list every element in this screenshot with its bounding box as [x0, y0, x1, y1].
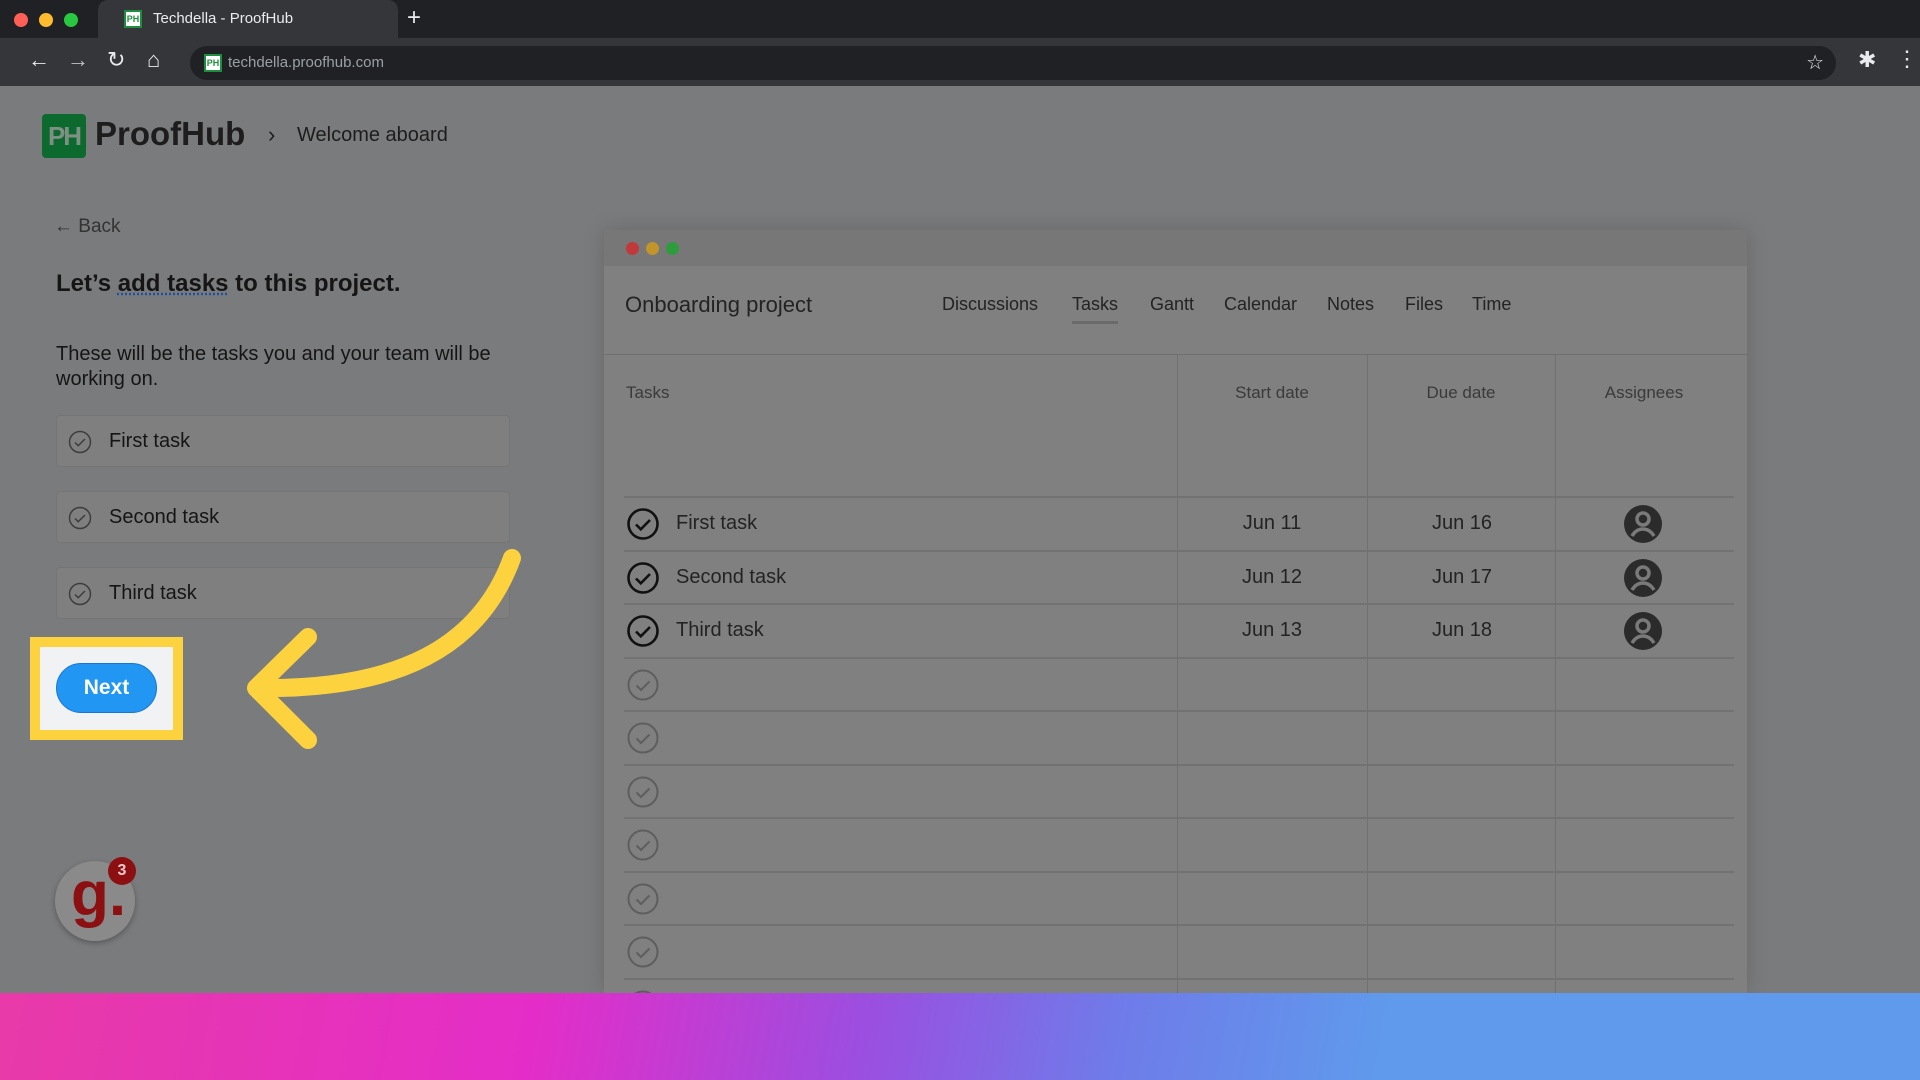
check-circle-icon: [627, 561, 659, 594]
star-icon[interactable]: ☆: [1806, 50, 1824, 75]
task-input-2[interactable]: Second task: [56, 491, 510, 543]
brand-name: ProofHub: [95, 115, 246, 152]
check-circle-icon: [627, 722, 659, 754]
reload-icon[interactable]: ↻: [107, 48, 125, 72]
project-title: Onboarding project: [625, 292, 813, 317]
back-link[interactable]: ← Back: [54, 216, 121, 238]
row-divider: [624, 817, 1734, 819]
proofhub-favicon-icon: PH: [204, 54, 222, 72]
tab-calendar: Calendar: [1224, 294, 1298, 314]
tab-notes: Notes: [1327, 294, 1375, 314]
close-window-button[interactable]: [14, 13, 28, 27]
task-input-1[interactable]: First task: [56, 415, 510, 467]
due-date: Jun 18: [1431, 619, 1493, 641]
yellow-dot-icon: [646, 242, 659, 255]
table-header-border: [624, 496, 1734, 498]
check-circle-icon: [627, 776, 659, 807]
tab-files: Files: [1405, 294, 1444, 314]
red-dot-icon: [626, 242, 639, 255]
column-header-assignees: Assignees: [1604, 383, 1684, 402]
column-header-due-date: Due date: [1426, 383, 1496, 402]
task-name: Second task: [676, 565, 787, 588]
project-preview-window: Onboarding project Discussions Tasks Gan…: [604, 230, 1747, 993]
column-header-tasks: Tasks: [626, 383, 670, 402]
task-input-value: Second task: [109, 506, 220, 528]
row-divider: [624, 924, 1734, 926]
kebab-menu-icon[interactable]: ⋮: [1896, 47, 1918, 71]
due-date: Jun 17: [1431, 565, 1493, 588]
maximize-window-button[interactable]: [64, 13, 78, 27]
row-divider: [624, 977, 1734, 980]
chevron-right-icon: ›: [268, 122, 276, 147]
notification-badge: 3: [108, 857, 136, 885]
row-divider: [624, 870, 1734, 873]
task-name: Third task: [676, 619, 764, 641]
task-input-3[interactable]: Third task: [56, 567, 510, 619]
breadcrumb: Welcome aboard: [297, 124, 448, 146]
plus-icon[interactable]: +: [407, 6, 421, 30]
page-title: Let’s add tasks to this project.: [56, 270, 401, 298]
proofhub-logo[interactable]: PH: [42, 114, 86, 158]
minimize-window-button[interactable]: [39, 13, 53, 27]
user-avatar-icon: [1624, 612, 1662, 650]
heading-highlight: add tasks: [117, 270, 229, 297]
check-circle-icon: [68, 506, 92, 530]
address-bar[interactable]: PH techdella.proofhub.com ☆: [190, 46, 1836, 80]
home-icon[interactable]: ⌂: [147, 48, 160, 72]
forward-arrow-icon[interactable]: →: [67, 48, 89, 72]
heading-text: Let’s: [56, 270, 118, 297]
heading-text: to this project.: [228, 270, 401, 297]
row-divider: [624, 603, 1734, 605]
description: These will be the tasks you and your tea…: [56, 343, 491, 390]
column-header-start-date: Start date: [1235, 383, 1309, 402]
row-divider: [624, 710, 1734, 712]
proofhub-favicon-icon: PH: [124, 10, 142, 28]
task-input-value: First task: [109, 430, 191, 452]
tab-title: Techdella - ProofHub: [153, 10, 294, 27]
task-name: First task: [676, 512, 758, 534]
task-input-value: Third task: [109, 582, 197, 604]
tab-tasks: Tasks: [1072, 294, 1119, 324]
check-circle-icon: [627, 615, 659, 647]
row-divider: [624, 549, 1734, 552]
decorative-gradient-band: [0, 993, 1920, 1080]
column-divider: [1555, 355, 1556, 993]
check-circle-icon: [68, 430, 92, 454]
start-date: Jun 13: [1241, 619, 1303, 641]
user-avatar-icon: [1624, 558, 1662, 597]
check-circle-icon: [68, 582, 92, 606]
check-circle-icon: [627, 936, 659, 968]
check-circle-icon: [627, 883, 659, 914]
column-divider: [1367, 355, 1368, 993]
green-dot-icon: [666, 242, 679, 255]
browser-tab[interactable]: PH Techdella - ProofHub: [98, 0, 398, 38]
row-divider: [624, 763, 1734, 766]
page-content: PH ProofHub › Welcome aboard ← Back Let’…: [0, 86, 1920, 993]
tab-gantt: Gantt: [1150, 294, 1195, 314]
back-arrow-icon[interactable]: ←: [28, 48, 50, 72]
browser-toolbar: ← → ↻ ⌂ PH techdella.proofhub.com ☆ ✱ ⋮: [0, 38, 1920, 86]
next-button[interactable]: Next: [56, 663, 157, 713]
check-circle-icon: [627, 829, 659, 861]
column-divider: [1177, 355, 1178, 993]
tab-discussions: Discussions: [942, 294, 1039, 314]
tab-time: Time: [1472, 294, 1512, 314]
arrow-left-icon: ←: [54, 216, 73, 237]
row-divider: [624, 656, 1734, 659]
puzzle-extension-icon[interactable]: ✱: [1858, 47, 1876, 73]
start-date: Jun 12: [1241, 565, 1303, 588]
user-avatar-icon: [1624, 505, 1662, 543]
browser-tab-bar: PH Techdella - ProofHub +: [0, 0, 1920, 38]
check-circle-icon: [627, 669, 659, 700]
due-date: Jun 16: [1431, 512, 1493, 534]
url-text[interactable]: techdella.proofhub.com: [228, 54, 384, 71]
check-circle-icon: [627, 508, 659, 540]
divider: [604, 354, 1747, 355]
start-date: Jun 11: [1242, 512, 1302, 534]
back-label: Back: [78, 216, 121, 237]
preview-title-bar: [604, 230, 1747, 266]
